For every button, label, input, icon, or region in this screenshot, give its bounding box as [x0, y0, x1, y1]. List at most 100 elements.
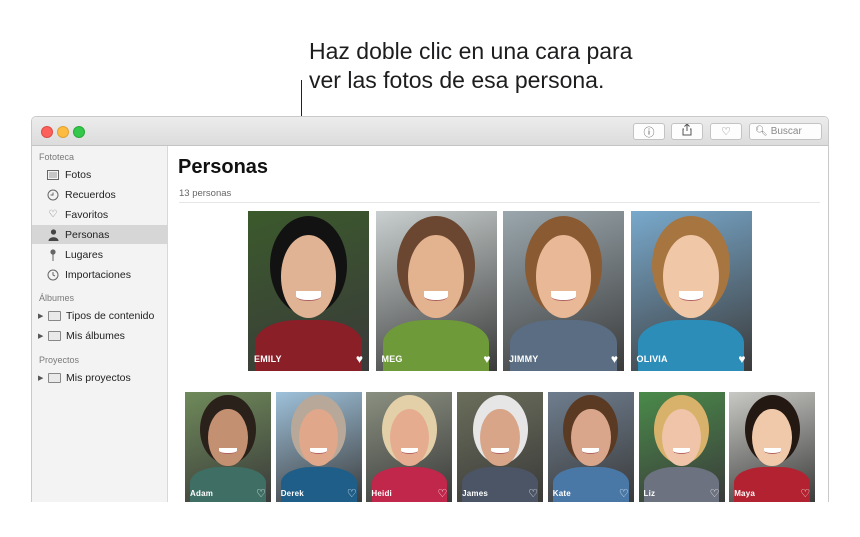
share-icon [682, 123, 692, 139]
heart-icon[interactable]: ♥ [483, 352, 490, 366]
person-icon [46, 228, 60, 242]
sidebar-item-label: Tipos de contenido [66, 309, 155, 322]
close-button[interactable] [41, 126, 53, 138]
titlebar: ⓘ ♡ 🔍︎ Buscar [32, 117, 828, 146]
person-name: Heidi [371, 489, 392, 498]
portrait-face [663, 235, 719, 319]
sidebar-item-tipos-de-contenido[interactable]: ▶ Tipos de contenido [32, 306, 168, 325]
clock-icon [46, 268, 60, 282]
info-button[interactable]: ⓘ [633, 123, 665, 140]
disclosure-triangle-icon[interactable]: ▶ [38, 312, 46, 320]
sidebar-item-label: Fotos [65, 168, 92, 181]
heart-icon[interactable]: ♡ [528, 487, 538, 500]
sidebar-item-favoritos[interactable]: ♡ Favoritos [32, 205, 168, 224]
sidebar-item-mis-albumes[interactable]: ▶ Mis álbumes [32, 326, 168, 345]
person-tile-maya[interactable]: Maya ♡ [729, 392, 816, 502]
disclosure-triangle-icon[interactable]: ▶ [38, 374, 46, 382]
person-name: MEG [381, 354, 403, 364]
person-tile-jimmy[interactable]: JIMMY ♥ [503, 211, 624, 371]
portrait-face [535, 235, 592, 319]
search-icon: 🔍︎ [755, 126, 768, 137]
sidebar-item-mis-proyectos[interactable]: ▶ Mis proyectos [32, 368, 168, 387]
sidebar-item-label: Importaciones [65, 268, 131, 281]
portrait-face [752, 408, 792, 467]
heart-icon[interactable]: ♡ [619, 487, 629, 500]
person-tile-kate[interactable]: Kate ♡ [547, 392, 634, 502]
memories-icon [46, 188, 60, 202]
sidebar-header-projects: Proyectos [39, 355, 80, 365]
heart-icon[interactable]: ♥ [611, 352, 618, 366]
sidebar-item-label: Recuerdos [65, 188, 116, 201]
folder-icon [47, 309, 61, 323]
share-button[interactable] [671, 123, 703, 140]
person-tile-heidi[interactable]: Heidi ♡ [366, 392, 453, 502]
sidebar-item-importaciones[interactable]: Importaciones [32, 265, 168, 284]
callout-line-1: Haz doble clic en una cara para [309, 38, 633, 64]
heart-icon[interactable]: ♡ [438, 487, 448, 500]
heart-icon: ♡ [721, 126, 731, 138]
people-count: 13 personas [179, 188, 232, 199]
search-placeholder: Buscar [770, 126, 802, 137]
minimize-button[interactable] [57, 126, 69, 138]
person-tile-adam[interactable]: Adam ♡ [185, 392, 271, 502]
heart-icon[interactable]: ♥ [738, 352, 745, 366]
sidebar-item-label: Favoritos [65, 208, 109, 221]
person-name: Derek [280, 489, 304, 498]
sidebar-item-fotos[interactable]: Fotos [32, 165, 168, 184]
portrait-face [571, 408, 611, 467]
person-tile-derek[interactable]: Derek ♡ [275, 392, 362, 502]
person-name: JIMMY [509, 354, 539, 364]
divider [179, 202, 820, 203]
portrait-smile [296, 291, 321, 301]
sidebar-item-personas[interactable]: Personas [32, 225, 168, 244]
photos-icon [46, 168, 60, 182]
person-name: OLIVIA [636, 354, 668, 364]
portrait-smile [423, 291, 449, 301]
person-name: Kate [552, 489, 571, 498]
person-name: Liz [643, 489, 656, 498]
main-content: Personas 13 personas EMILY ♥ MEG ♥ JIMMY ♥ OLI… [169, 146, 828, 502]
person-name: Adam [190, 489, 214, 498]
sidebar-item-label: Personas [65, 228, 110, 241]
portrait-smile [219, 447, 237, 455]
heart-icon[interactable]: ♡ [710, 487, 720, 500]
folder-icon [47, 329, 61, 343]
portrait-face [280, 235, 337, 319]
person-name: Maya [734, 489, 755, 498]
heart-icon[interactable]: ♥ [356, 352, 363, 366]
folder-icon [47, 371, 61, 385]
disclosure-triangle-icon[interactable]: ▶ [38, 332, 46, 340]
portrait-smile [551, 291, 576, 301]
page-title: Personas [178, 156, 269, 178]
sidebar-header-library: Fototeca [39, 152, 75, 162]
portrait-face [208, 408, 248, 467]
photos-window: ⓘ ♡ 🔍︎ Buscar Fototeca Fotos Recuerdos ♡… [31, 116, 829, 502]
search-field[interactable]: 🔍︎ Buscar [749, 123, 822, 140]
info-icon: ⓘ [643, 126, 655, 139]
callout-text: Haz doble clic en una cara para ver las … [309, 37, 729, 95]
sidebar-item-label: Lugares [65, 248, 103, 261]
person-tile-meg[interactable]: MEG ♥ [375, 211, 497, 371]
sidebar-item-label: Mis álbumes [66, 329, 125, 342]
sidebar-item-label: Mis proyectos [66, 371, 131, 384]
person-tile-olivia[interactable]: OLIVIA ♥ [630, 211, 752, 371]
portrait-face [408, 235, 464, 319]
sidebar-item-lugares[interactable]: Lugares [32, 245, 168, 264]
person-tile-emily[interactable]: EMILY ♥ [248, 211, 369, 371]
callout-line-2: ver las fotos de esa persona. [309, 67, 605, 93]
heart-icon[interactable]: ♡ [256, 487, 266, 500]
portrait-face [389, 408, 430, 467]
sidebar-item-recuerdos[interactable]: Recuerdos [32, 185, 168, 204]
pin-icon [46, 248, 60, 262]
heart-icon[interactable]: ♡ [800, 487, 810, 500]
heart-icon[interactable]: ♡ [347, 487, 357, 500]
favorite-button[interactable]: ♡ [710, 123, 742, 140]
zoom-button[interactable] [73, 126, 85, 138]
person-tile-james[interactable]: James ♡ [457, 392, 544, 502]
sidebar-header-albums: Álbumes [39, 293, 75, 303]
portrait-smile [491, 447, 509, 455]
portrait-face [480, 408, 520, 467]
portrait-smile [678, 291, 704, 301]
person-name: EMILY [254, 354, 282, 364]
person-tile-liz[interactable]: Liz ♡ [638, 392, 725, 502]
